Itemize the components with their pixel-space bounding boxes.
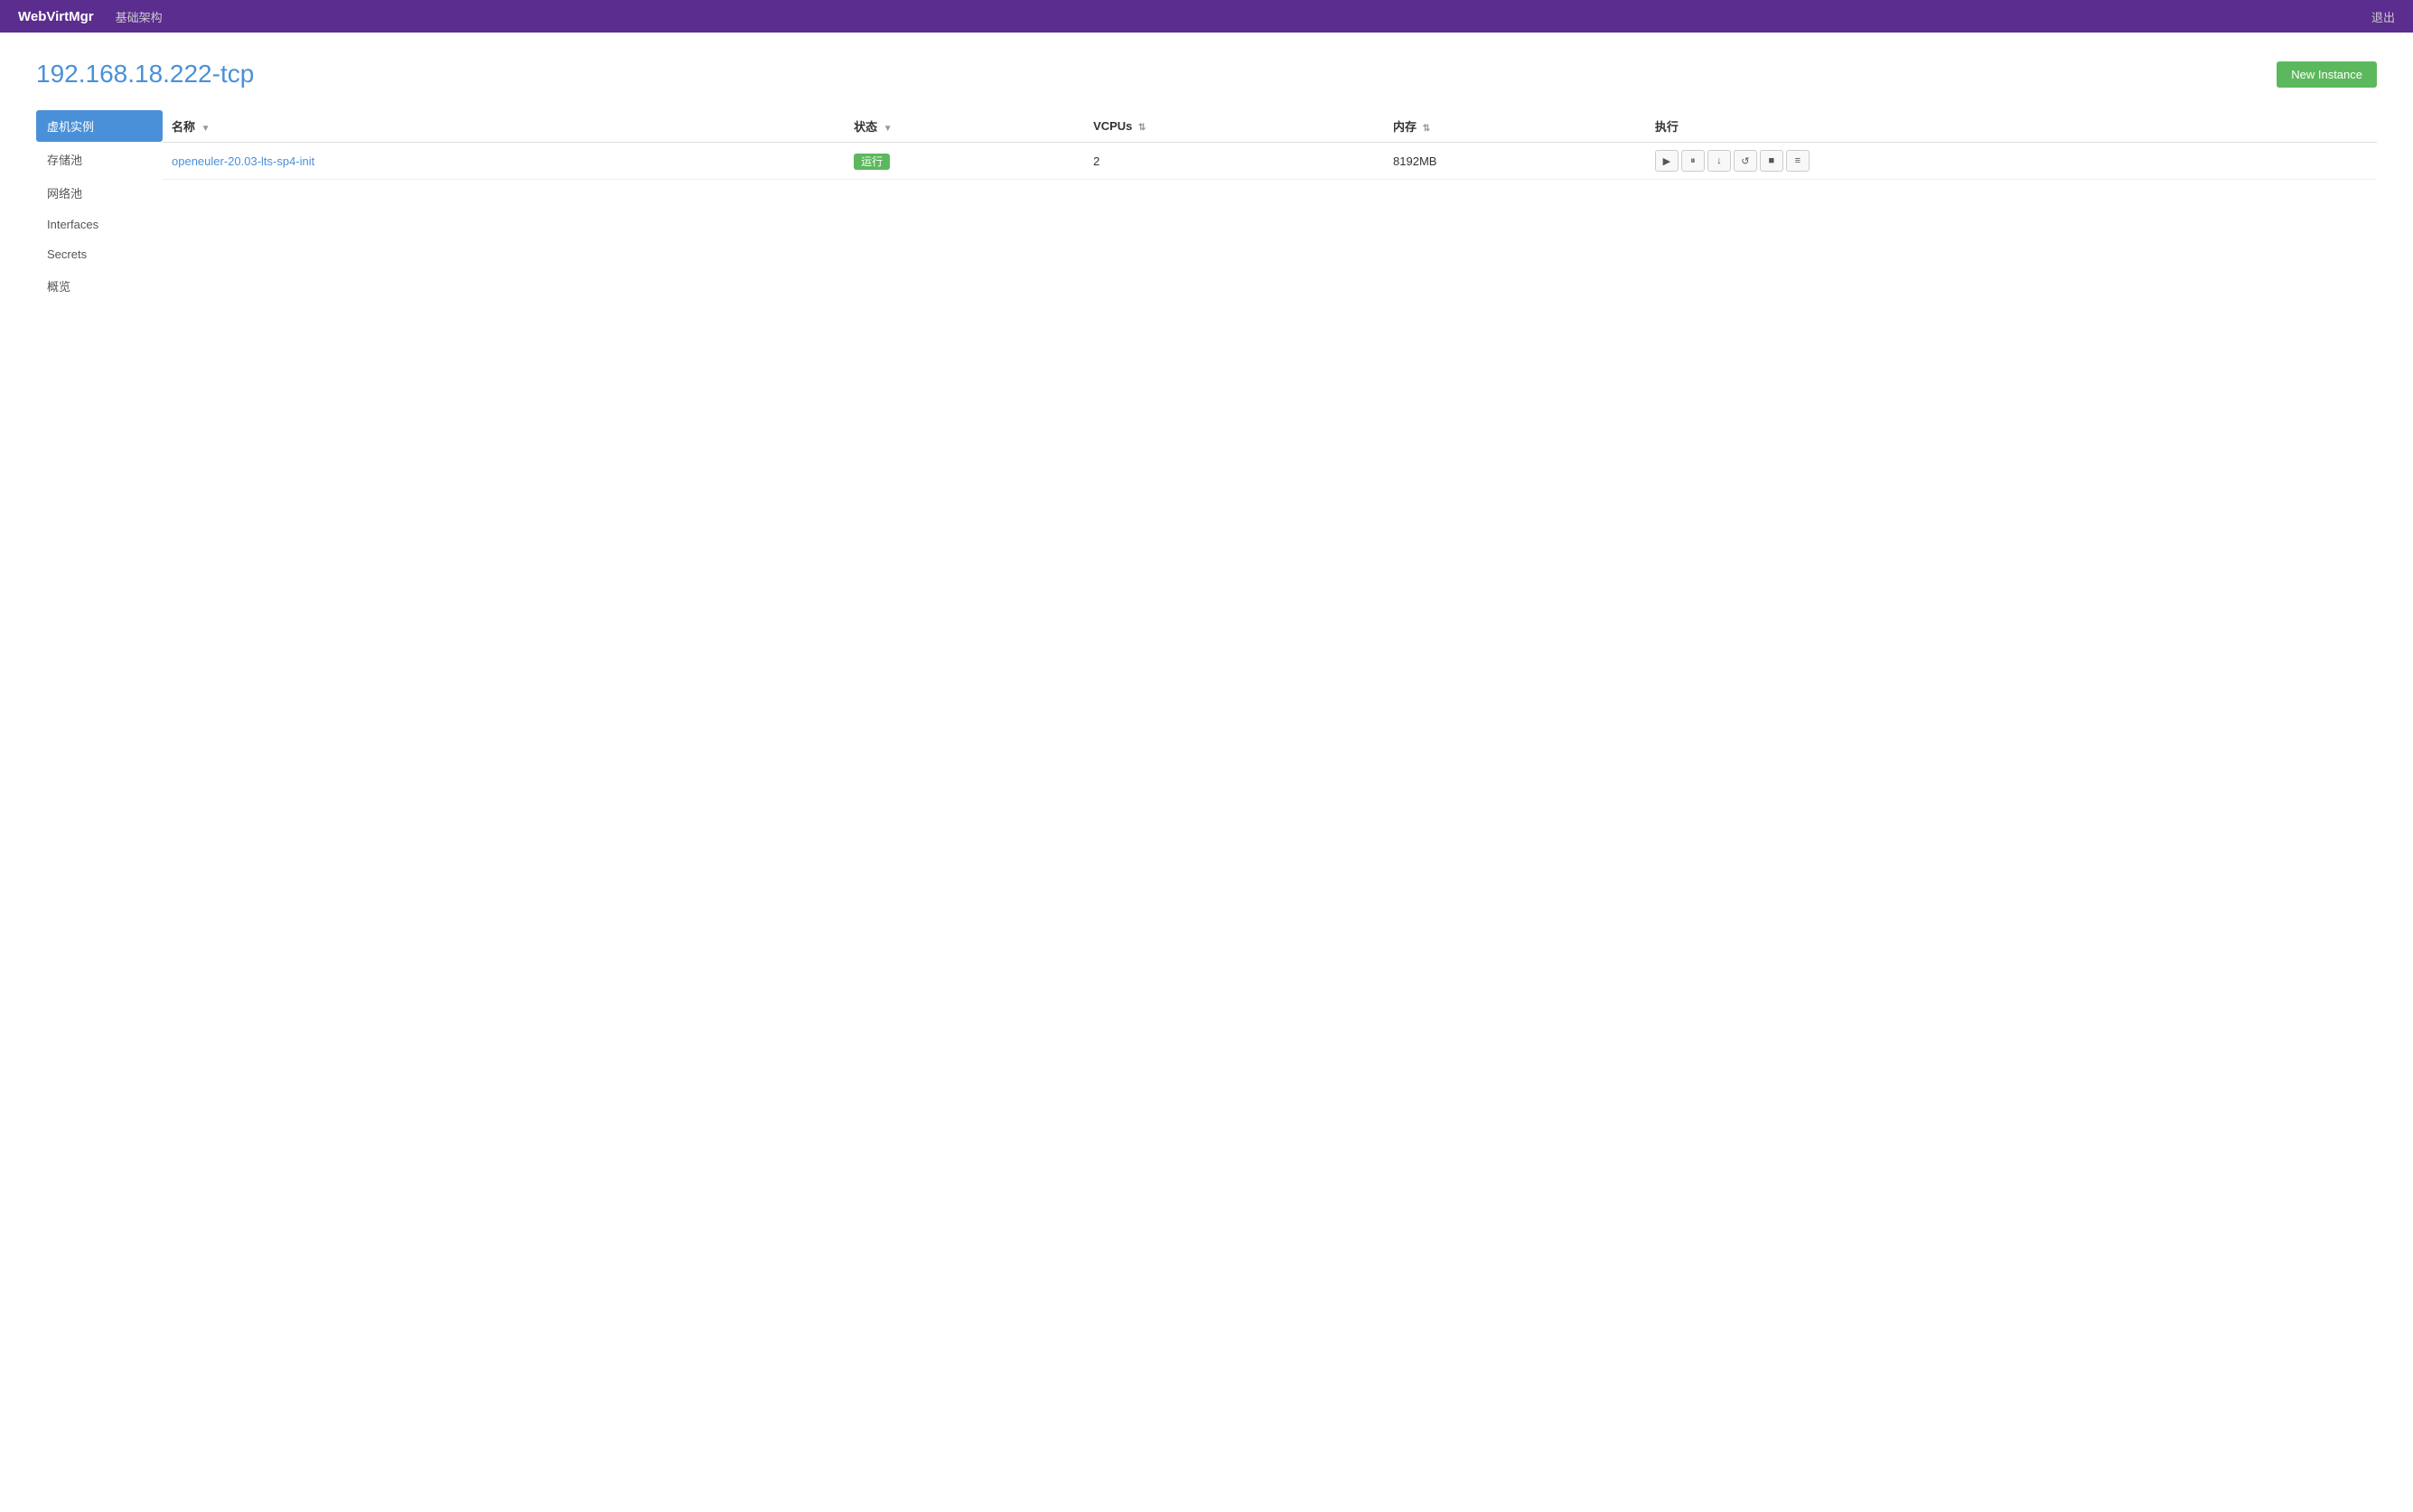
cell-actions: ▶⏸↓↺■≡ <box>1646 143 2377 180</box>
page-header: 192.168.18.222-tcp New Instance <box>36 60 2377 89</box>
action-btn-pause[interactable]: ⏸ <box>1681 150 1705 172</box>
sidebar-item-storage-pool[interactable]: 存储池 <box>36 144 163 175</box>
new-instance-button[interactable]: New Instance <box>2277 61 2377 88</box>
table-header-row: 名称 ▼ 状态 ▼ VCPUs ⇅ 内存 ⇅ <box>163 110 2377 143</box>
sort-icon-vcpus: ⇅ <box>1138 123 1146 133</box>
sidebar-item-interfaces[interactable]: Interfaces <box>36 210 163 238</box>
table-container: 名称 ▼ 状态 ▼ VCPUs ⇅ 内存 ⇅ <box>163 110 2377 303</box>
sort-icon-status: ▼ <box>884 124 893 134</box>
sidebar: 虚机实例 存储池 网络池 Interfaces Secrets 概览 <box>36 110 163 303</box>
cell-memory: 8192MB <box>1384 143 1646 180</box>
action-buttons: ▶⏸↓↺■≡ <box>1655 150 2368 172</box>
sidebar-item-overview[interactable]: 概览 <box>36 270 163 302</box>
action-btn-console[interactable]: ≡ <box>1786 150 1810 172</box>
action-btn-start[interactable]: ▶ <box>1655 150 1679 172</box>
logout-button[interactable]: 退出 <box>2371 8 2395 25</box>
status-badge: 运行 <box>854 154 890 170</box>
col-name[interactable]: 名称 ▼ <box>163 110 845 143</box>
action-btn-reboot[interactable]: ↺ <box>1734 150 1757 172</box>
table-row: openeuler-20.03-lts-sp4-init 运行 28192MB ▶⏸↓… <box>163 143 2377 180</box>
main-content: 192.168.18.222-tcp New Instance 虚机实例 存储池… <box>0 33 2413 1512</box>
col-actions: 执行 <box>1646 110 2377 143</box>
action-btn-shutdown[interactable]: ↓ <box>1707 150 1731 172</box>
sidebar-item-secrets[interactable]: Secrets <box>36 240 163 268</box>
brand-logo: WebVirtMgr <box>18 9 94 24</box>
topnav: WebVirtMgr 基础架构 退出 <box>0 0 2413 33</box>
sidebar-item-vm-instances[interactable]: 虚机实例 <box>36 110 163 142</box>
sort-icon-memory: ⇅ <box>1423 124 1430 134</box>
sort-icon-name: ▼ <box>201 124 210 134</box>
instance-link[interactable]: openeuler-20.03-lts-sp4-init <box>172 154 314 168</box>
nav-link-infrastructure[interactable]: 基础架构 <box>116 8 163 25</box>
cell-status: 运行 <box>845 143 1084 180</box>
col-status[interactable]: 状态 ▼ <box>845 110 1084 143</box>
instance-table: 名称 ▼ 状态 ▼ VCPUs ⇅ 内存 ⇅ <box>163 110 2377 180</box>
col-memory[interactable]: 内存 ⇅ <box>1384 110 1646 143</box>
cell-vcpus: 2 <box>1084 143 1384 180</box>
cell-name: openeuler-20.03-lts-sp4-init <box>163 143 845 180</box>
action-btn-stop[interactable]: ■ <box>1760 150 1783 172</box>
page-title: 192.168.18.222-tcp <box>36 60 254 89</box>
layout: 虚机实例 存储池 网络池 Interfaces Secrets 概览 <box>36 110 2377 303</box>
col-vcpus[interactable]: VCPUs ⇅ <box>1084 110 1384 143</box>
sidebar-item-network-pool[interactable]: 网络池 <box>36 177 163 209</box>
